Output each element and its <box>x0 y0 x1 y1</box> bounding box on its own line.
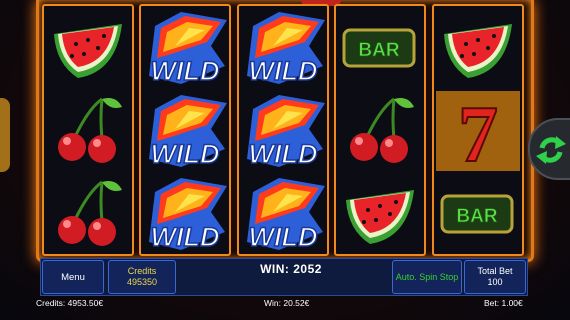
wild-symbol: WILD <box>239 89 327 173</box>
side-panel-tab[interactable] <box>0 98 10 172</box>
cherries-symbol <box>44 89 132 173</box>
svg-text:WILD: WILD <box>249 222 318 252</box>
reel-4: BAR <box>334 4 426 256</box>
svg-text:BAR: BAR <box>456 206 497 227</box>
credits-value: 495350 <box>126 277 158 287</box>
status-credits: Credits: 4953.50€ <box>36 298 104 308</box>
total-bet-label: Total Bet <box>477 266 513 276</box>
svg-text:WILD: WILD <box>249 139 318 169</box>
reel-1 <box>42 4 134 256</box>
wild-symbol: WILD <box>141 89 229 173</box>
credits-panel: Credits 495350 <box>108 260 176 294</box>
reel-3: WILD WILD WILD <box>237 4 329 256</box>
wild-symbol: WILD <box>141 172 229 256</box>
seven-symbol: 7 <box>434 89 522 173</box>
total-bet-value: 100 <box>487 277 503 287</box>
bar-symbol: BAR <box>336 6 424 90</box>
win-display: WIN: 2052 <box>260 262 322 276</box>
wild-symbol: WILD <box>141 6 229 90</box>
total-bet-panel[interactable]: Total Bet 100 <box>464 260 526 294</box>
cherries-symbol <box>44 172 132 256</box>
svg-text:7: 7 <box>458 91 498 173</box>
wild-symbol: WILD <box>239 6 327 90</box>
status-bet: Bet: 1.00€ <box>484 298 523 308</box>
bar-symbol: BAR <box>434 172 522 256</box>
reel-2: WILD WILD WILD <box>139 4 231 256</box>
menu-button[interactable]: Menu <box>42 260 104 294</box>
status-win: Win: 20.52€ <box>264 298 310 308</box>
svg-text:WILD: WILD <box>151 139 220 169</box>
watermelon-symbol <box>434 6 522 90</box>
wild-symbol: WILD <box>239 172 327 256</box>
auto-spin-label: Auto. Spin Stop <box>395 272 459 282</box>
cherries-symbol <box>336 89 424 173</box>
credits-label: Credits <box>127 266 157 276</box>
svg-text:BAR: BAR <box>358 40 399 61</box>
reel-5: 7 BAR <box>432 4 524 256</box>
svg-text:WILD: WILD <box>249 56 318 86</box>
watermelon-symbol <box>336 172 424 256</box>
svg-text:WILD: WILD <box>151 56 220 86</box>
svg-text:WILD: WILD <box>151 222 220 252</box>
menu-label: Menu <box>61 272 85 283</box>
auto-spin-button[interactable]: Auto. Spin Stop <box>392 260 462 294</box>
watermelon-symbol <box>44 6 132 90</box>
spin-arrows-icon <box>536 136 566 164</box>
